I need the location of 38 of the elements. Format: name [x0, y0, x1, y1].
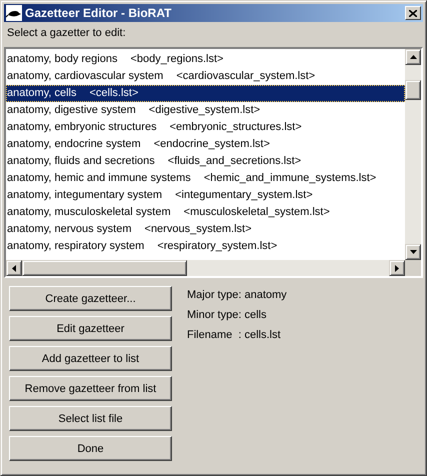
- scroll-thumb[interactable]: [22, 260, 187, 276]
- list-item[interactable]: anatomy, fluids and secretions <fluids_and_secretions.lst>: [6, 153, 405, 170]
- list-item[interactable]: anatomy, cardiovascular system <cardiovascular_system.lst>: [6, 68, 405, 85]
- vertical-scrollbar[interactable]: [405, 49, 421, 260]
- action-button[interactable]: Edit gazetteer: [9, 316, 172, 341]
- scroll-thumb[interactable]: [405, 80, 421, 100]
- scroll-right-button[interactable]: [389, 260, 405, 276]
- list-item[interactable]: anatomy, embryonic structures <embryonic_structures.lst>: [6, 119, 405, 136]
- action-button[interactable]: Create gazetteer...: [9, 286, 172, 311]
- close-icon: [409, 10, 417, 16]
- action-button[interactable]: Remove gazetteer from list: [9, 376, 172, 401]
- list-item[interactable]: anatomy, cells <cells.lst>: [6, 85, 405, 102]
- action-button[interactable]: Done: [9, 436, 172, 461]
- action-button[interactable]: Add gazetteer to list: [9, 346, 172, 371]
- detail-text: Major type: anatomy: [187, 288, 287, 303]
- list-item[interactable]: anatomy, endocrine system <endocrine_system.lst>: [6, 136, 405, 153]
- up-arrow-icon: [410, 55, 416, 59]
- scroll-left-button[interactable]: [6, 260, 22, 276]
- list-item[interactable]: anatomy, respiratory system <respiratory_system.lst>: [6, 238, 405, 255]
- left-arrow-icon: [12, 264, 16, 272]
- list-item[interactable]: anatomy, nervous system <nervous_system.lst>: [6, 221, 405, 238]
- scroll-down-button[interactable]: [405, 244, 421, 260]
- down-arrow-icon: [410, 250, 416, 254]
- instruction-label: Select a gazetter to edit:: [7, 27, 127, 41]
- scrollbar-corner: [405, 260, 421, 276]
- right-arrow-icon: [395, 264, 399, 272]
- detail-text: Minor type: cells: [187, 308, 268, 323]
- close-button[interactable]: [405, 6, 421, 20]
- list-item[interactable]: anatomy, musculoskeletal system <musculoskeletal_system.lst>: [6, 204, 405, 221]
- horizontal-scrollbar[interactable]: [6, 260, 421, 276]
- action-button[interactable]: Select list file: [9, 406, 172, 431]
- list-item[interactable]: anatomy, digestive system <digestive_system.lst>: [6, 102, 405, 119]
- scroll-up-button[interactable]: [405, 49, 421, 65]
- list-item[interactable]: anatomy, body regions <body_regions.lst>: [6, 51, 405, 68]
- list-item[interactable]: anatomy, hemic and immune systems <hemic_and_immune_systems.lst>: [6, 170, 405, 187]
- detail-text: Filename : cells.lst: [187, 328, 282, 343]
- window-title: Gazetteer Editor - BioRAT: [25, 6, 172, 20]
- list-item[interactable]: anatomy, integumentary system <integumentary_system.lst>: [6, 187, 405, 204]
